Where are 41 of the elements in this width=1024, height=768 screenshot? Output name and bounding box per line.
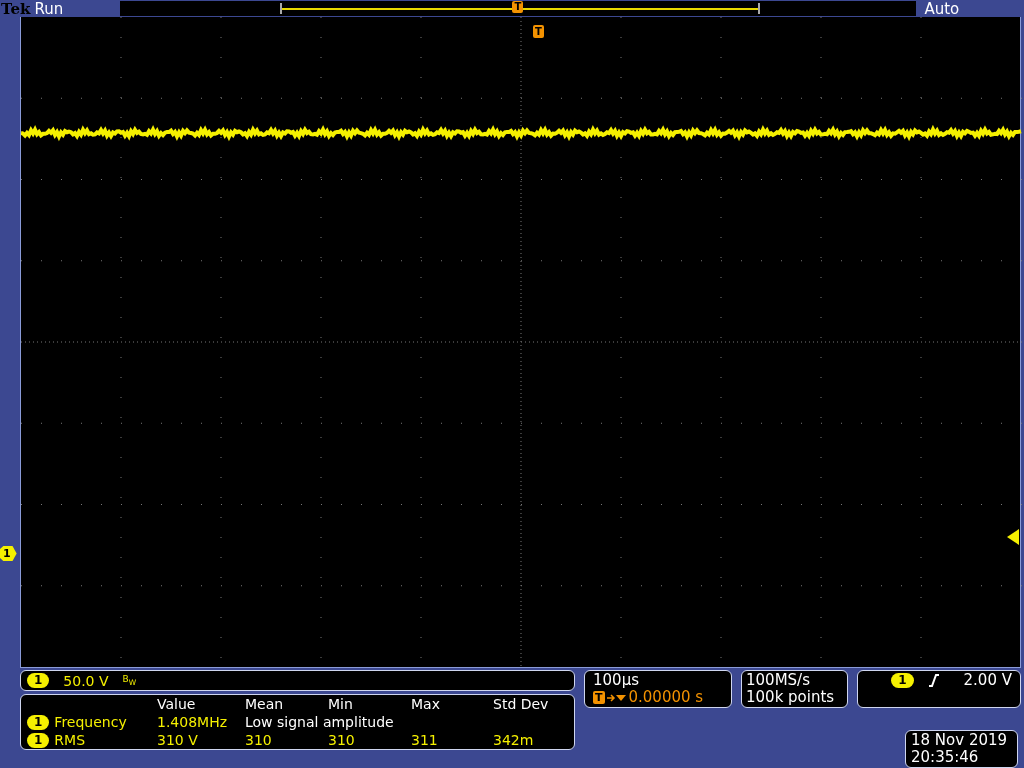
time-scale: 100µs <box>593 672 640 689</box>
table-cell-text: 310 V <box>157 732 199 748</box>
trigger-mode: Auto <box>924 0 960 18</box>
measurement-name: RMS <box>54 732 86 748</box>
delay-arrow-icon <box>606 692 627 703</box>
trigger-readout[interactable]: 1 2.00 V <box>857 670 1021 708</box>
channel-badge: 1 <box>27 714 50 730</box>
column-header: Value <box>157 696 197 712</box>
column-header: Min <box>328 696 354 712</box>
table-cell-text: 310 <box>245 732 273 748</box>
trigger-level: 2.00 V <box>963 672 1012 689</box>
column-header: Max <box>411 696 441 712</box>
rising-edge-icon <box>927 674 940 687</box>
time: 20:35:46 <box>911 749 980 766</box>
table-cell-text: 310 <box>328 732 356 748</box>
channel-badge: 1 <box>27 732 50 748</box>
measurement-name: Frequency <box>54 714 127 730</box>
date: 18 Nov 2019 <box>911 732 1009 749</box>
trigger-marker: T <box>593 691 605 704</box>
trigger-position-marker: T <box>512 1 524 13</box>
acquisition-readout[interactable]: 100MS/s 100k points <box>741 670 848 708</box>
trigger-level-arrow-icon <box>1007 529 1019 545</box>
vertical-scale: 50.0 V <box>63 672 109 689</box>
brand-logo: Tek <box>0 0 31 18</box>
column-header: Mean <box>245 696 285 712</box>
table-cell-text: 311 <box>411 732 439 748</box>
channel-badge: 1 <box>27 673 50 688</box>
trigger-delay: 0.00000 s <box>628 689 704 706</box>
channel-ground-marker[interactable]: 1 <box>0 546 17 561</box>
run-status: Run <box>34 0 65 18</box>
sample-rate: 100MS/s <box>746 672 811 689</box>
horizontal-readout[interactable]: 100µs T 0.00000 s <box>584 670 732 708</box>
trigger-position-marker: T <box>533 25 544 38</box>
bandwidth-limit-indicator: B$_{W}$ <box>122 674 137 687</box>
status-message: Low signal amplitude <box>245 714 395 730</box>
column-header: Std Dev <box>493 696 550 712</box>
record-length: 100k points <box>746 689 836 706</box>
channel-readout[interactable]: 1 50.0 V B$_{W}$ <box>20 670 575 691</box>
table-cell-text: 342m <box>493 732 535 748</box>
table-cell-text: 1.408MHz <box>157 714 229 730</box>
channel-badge: 1 <box>891 673 914 688</box>
